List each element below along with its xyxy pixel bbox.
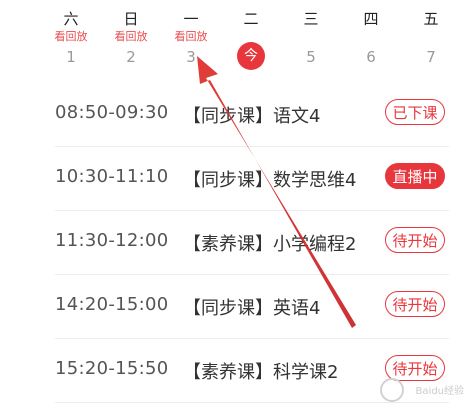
baidu-paw-icon — [380, 378, 404, 402]
arrow-up-left-icon — [197, 56, 356, 328]
watermark: Baidu经验 — [415, 386, 464, 397]
